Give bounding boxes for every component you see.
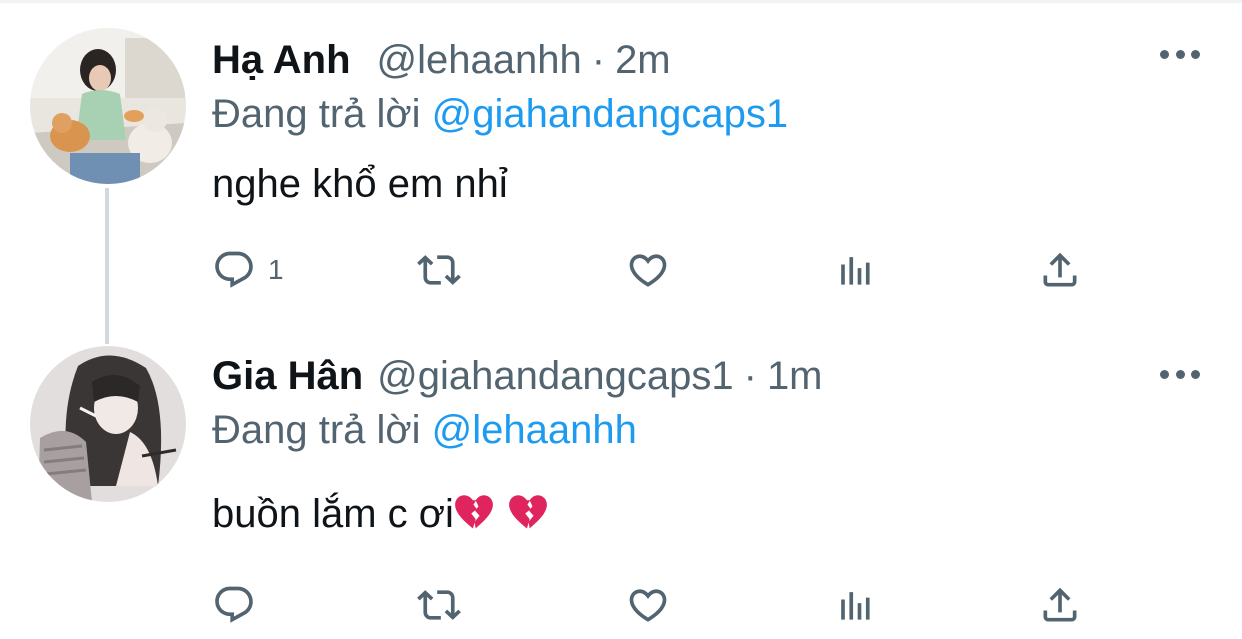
retweet-icon	[417, 590, 461, 620]
retweet-icon	[417, 255, 461, 285]
timestamp[interactable]: 2m	[615, 36, 671, 84]
separator: ·	[591, 38, 606, 82]
avatar-illustration-icon	[30, 346, 186, 502]
analytics-button[interactable]	[832, 245, 876, 295]
broken-heart-icon	[455, 495, 493, 529]
replying-prefix: Đang trả lời	[212, 408, 421, 452]
like-button[interactable]	[626, 580, 670, 630]
tweet-text: nghe khổ em nhỉ	[212, 162, 508, 206]
like-icon	[629, 589, 667, 622]
replying-to-line: Đang trả lời @lehaanhh	[212, 406, 637, 454]
reply-button[interactable]: 1	[212, 245, 284, 295]
separator: ·	[743, 354, 757, 398]
avatar[interactable]	[30, 346, 186, 502]
tweet-header: Hạ Anh @lehaanhh · 2m	[212, 36, 671, 84]
user-handle[interactable]: @giahandangcaps1	[377, 352, 733, 400]
avatar[interactable]	[30, 28, 186, 184]
reply-button[interactable]	[212, 580, 268, 630]
analytics-button[interactable]	[832, 580, 876, 630]
broken-heart-icon	[509, 495, 547, 529]
tweet-actions: 1	[212, 245, 1092, 295]
more-options-icon[interactable]	[1160, 364, 1200, 384]
tweet-header: Gia Hân @giahandangcaps1 · 1m	[212, 352, 823, 400]
mention-link[interactable]: @giahandangcaps1	[432, 92, 788, 136]
reply-icon	[215, 251, 253, 288]
reply-count: 1	[268, 254, 284, 285]
tweet-text-content: buồn lắm c ơi	[212, 492, 454, 536]
like-button[interactable]	[626, 245, 670, 295]
analytics-icon	[841, 592, 870, 620]
share-icon	[1043, 587, 1077, 622]
avatar-photo-icon	[30, 28, 186, 184]
display-name[interactable]: Gia Hân	[212, 352, 363, 400]
more-options-icon[interactable]	[1160, 44, 1200, 64]
retweet-button[interactable]	[417, 245, 461, 295]
share-button[interactable]	[1038, 580, 1082, 630]
retweet-button[interactable]	[417, 580, 461, 630]
mention-link[interactable]: @lehaanhh	[432, 408, 637, 452]
timestamp[interactable]: 1m	[767, 352, 823, 400]
user-handle[interactable]: @lehaanhh	[377, 36, 582, 84]
tweet-actions	[212, 580, 1092, 630]
tweet-item[interactable]: Gia Hân @giahandangcaps1 · 1m Đang trả l…	[0, 318, 1242, 638]
replying-to-line: Đang trả lời @giahandangcaps1	[212, 90, 788, 138]
tweet-item[interactable]: Hạ Anh @lehaanhh · 2m Đang trả lời @giah…	[0, 0, 1242, 320]
display-name[interactable]: Hạ Anh	[212, 36, 351, 84]
reply-icon	[215, 586, 253, 623]
analytics-icon	[841, 257, 870, 285]
replying-prefix: Đang trả lời	[212, 92, 421, 136]
share-icon	[1043, 252, 1077, 287]
tweet-text: buồn lắm c ơi	[212, 490, 548, 538]
share-button[interactable]	[1038, 245, 1082, 295]
like-icon	[629, 254, 667, 287]
